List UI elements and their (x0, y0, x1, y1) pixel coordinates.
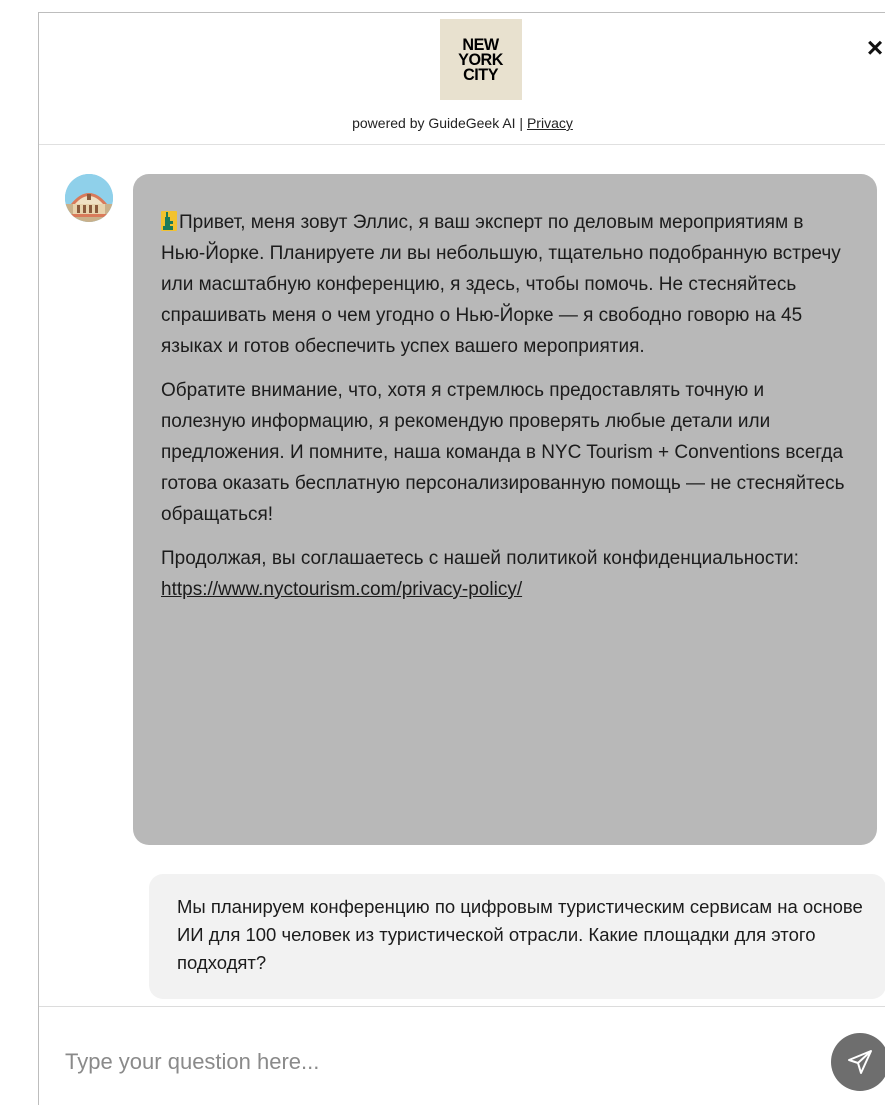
send-icon (848, 1050, 872, 1074)
statue-of-liberty-icon (161, 210, 177, 231)
bot-message-paragraph-1: Привет, меня зовут Эллис, я ваш эксперт … (161, 207, 851, 362)
bot-message: Привет, меня зовут Эллис, я ваш эксперт … (133, 174, 877, 845)
logo-text: NEW YORK CITY (459, 36, 504, 84)
powered-by-text: powered by GuideGeek AI | (352, 115, 524, 131)
chat-messages[interactable]: Привет, меня зовут Эллис, я ваш эксперт … (39, 145, 885, 1006)
powered-by-line: powered by GuideGeek AI | Privacy (39, 115, 885, 131)
chat-header: NEW YORK CITY powered by GuideGeek AI | … (39, 13, 885, 145)
privacy-link[interactable]: Privacy (527, 115, 573, 131)
send-button[interactable] (831, 1033, 885, 1091)
nyc-logo: NEW YORK CITY (440, 19, 522, 100)
composer (39, 1006, 885, 1106)
close-icon[interactable]: × (864, 34, 885, 62)
building-avatar-icon (65, 174, 113, 222)
privacy-policy-link[interactable]: https://www.nyctourism.com/privacy-polic… (161, 579, 522, 600)
bot-text-1: Привет, меня зовут Эллис, я ваш эксперт … (161, 212, 841, 357)
logo-line-3: CITY (463, 65, 499, 84)
chat-widget: NEW YORK CITY powered by GuideGeek AI | … (38, 12, 885, 1106)
bot-text-3: Продолжая, вы соглашаетесь с нашей полит… (161, 548, 799, 569)
user-message: Мы планируем конференцию по цифровым тур… (149, 874, 885, 999)
bot-message-paragraph-3: Продолжая, вы соглашаетесь с нашей полит… (161, 543, 851, 605)
bot-message-paragraph-2: Обратите внимание, что, хотя я стремлюсь… (161, 380, 845, 525)
question-input[interactable] (63, 1041, 807, 1083)
